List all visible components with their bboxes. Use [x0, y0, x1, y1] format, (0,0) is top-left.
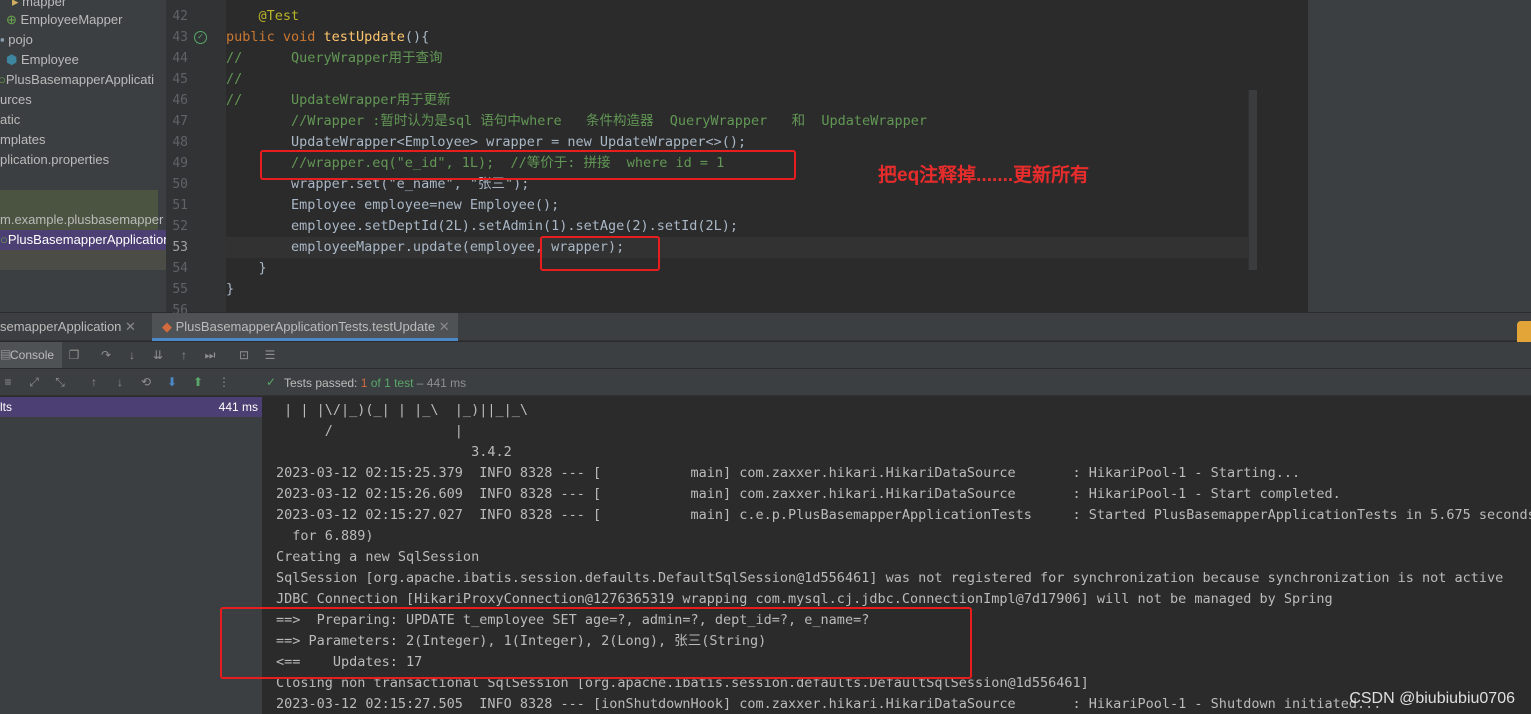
test-toolbar: ≡ ⤢ ⤡ ↑ ↓ ⟲ ⬇ ⬆ ⋮ ✓ Tests passed: 1 of 1… — [0, 369, 1531, 396]
up-icon[interactable]: ↑ — [176, 347, 192, 363]
code-line-55: } — [226, 281, 235, 297]
test-status: Tests passed: 1 of 1 test – 441 ms — [284, 376, 467, 390]
console-line: / | — [276, 423, 463, 439]
tree-item-pojo[interactable]: ▪ pojo — [0, 30, 33, 50]
run-tab-bar: semapperApplication ✕ ◆ PlusBasemapperAp… — [0, 313, 1531, 357]
tree-item-test-class[interactable]: ○PlusBasemapperApplication — [0, 230, 166, 250]
console-line: for 6.889) — [276, 528, 374, 544]
tab-app-run[interactable]: semapperApplication ✕ — [0, 313, 146, 341]
import-icon[interactable]: ⬇ — [164, 374, 180, 390]
code-line-43: public void testUpdate(){ — [226, 29, 430, 45]
folder-icon: ▪ — [0, 32, 5, 47]
console-line: 3.4.2 — [276, 444, 512, 460]
line-number: 42 — [172, 9, 188, 24]
project-tree: ▸ mapper ⊕ EmployeeMapper ▪ pojo ⬢ Emplo… — [0, 0, 166, 312]
up-icon[interactable]: ↑ — [86, 374, 102, 390]
code-line-42: @Test — [226, 8, 300, 24]
code-editor[interactable]: @Test public void testUpdate(){ // Query… — [226, 0, 1308, 312]
console-line: 2023-03-12 02:15:27.505 INFO 8328 --- [i… — [276, 696, 1382, 712]
tree-item-static[interactable]: atic — [0, 110, 20, 130]
line-number: 54 — [172, 261, 188, 276]
line-number: 52 — [172, 219, 188, 234]
code-line-44: // QueryWrapper用于查询 — [226, 50, 443, 66]
more-icon[interactable]: ⋮ — [216, 374, 232, 390]
interface-icon: ⊕ — [6, 12, 17, 27]
line-number: 49 — [172, 156, 188, 171]
tree-scroll-band — [0, 250, 166, 270]
tree-item-resources[interactable]: urces — [0, 90, 32, 110]
sort-icon[interactable]: ≡ — [0, 374, 16, 390]
run-test-passed-icon[interactable]: ✓ — [194, 31, 207, 44]
close-icon[interactable]: ✕ — [125, 319, 136, 334]
code-line-46: // UpdateWrapper用于更新 — [226, 92, 451, 108]
test-result-row[interactable]: lts 441 ms — [0, 397, 262, 417]
code-line-47: //Wrapper :暂时认为是sql 语句中where 条件构造器 Query… — [226, 113, 928, 129]
editor-gutter: 42 43 44 45 46 47 48 49 50 51 52 53 54 5… — [166, 0, 250, 318]
code-line-52: employee.setDeptId(2L).setAdmin(1).setAg… — [226, 218, 739, 234]
tree-item-package[interactable]: m.example.plusbasemapper — [0, 210, 163, 230]
line-number: 51 — [172, 198, 188, 213]
line-number: 46 — [172, 93, 188, 108]
class-icon: ⬢ — [6, 52, 18, 67]
code-line-45: // — [226, 71, 243, 87]
console-toolbar: ▤ Console ❐ ↷ ↓ ⇊ ↑ ⏭ ⊡ ☰ — [0, 342, 1531, 368]
list-icon[interactable]: ☰ — [262, 347, 278, 363]
console-line: Creating a new SqlSession — [276, 549, 480, 565]
down-all-icon[interactable]: ⇊ — [150, 347, 166, 363]
expand-icon[interactable]: ⤢ — [26, 374, 42, 390]
skip-icon[interactable]: ⏭ — [202, 347, 218, 363]
tree-item-application-properties[interactable]: plication.properties — [0, 150, 109, 170]
line-number: 45 — [172, 72, 188, 87]
line-number: 43 — [172, 30, 188, 45]
tree-item-employee-mapper[interactable]: ⊕ EmployeeMapper — [6, 10, 122, 30]
line-number: 53 — [172, 240, 188, 255]
console-line: 2023-03-12 02:15:26.609 INFO 8328 --- [ … — [276, 486, 1341, 502]
highlight-box-commented-eq — [260, 150, 796, 180]
annotation-text: 把eq注释掉.......更新所有 — [878, 165, 1090, 186]
line-number: 50 — [172, 177, 188, 192]
highlight-box-wrapper-arg — [540, 236, 660, 271]
terminal-icon[interactable]: ⊡ — [236, 347, 252, 363]
down-icon[interactable]: ↓ — [124, 347, 140, 363]
console-line: SqlSession [org.apache.ibatis.session.de… — [276, 570, 1504, 586]
tree-item-employee[interactable]: ⬢ Employee — [6, 50, 79, 70]
line-number: 44 — [172, 51, 188, 66]
check-icon: ✓ — [266, 375, 277, 389]
watermark: CSDN @biubiubiu0706 — [1349, 690, 1515, 707]
down-icon[interactable]: ↓ — [112, 374, 128, 390]
restore-icon[interactable]: ❐ — [66, 347, 82, 363]
close-icon[interactable]: ✕ — [439, 319, 450, 334]
class-icon: ○ — [0, 232, 8, 247]
console-line: 2023-03-12 02:15:25.379 INFO 8328 --- [ … — [276, 465, 1301, 481]
history-icon[interactable]: ⟲ — [138, 374, 154, 390]
line-number: 48 — [172, 135, 188, 150]
tree-item-plus-basemapper-app[interactable]: ○PlusBasemapperApplicati — [0, 70, 154, 90]
rerun-icon[interactable]: ↷ — [98, 347, 114, 363]
code-line-51: Employee employee=new Employee(); — [226, 197, 560, 213]
right-panel — [1308, 0, 1531, 312]
line-number: 55 — [172, 282, 188, 297]
tab-test-run[interactable]: ◆ PlusBasemapperApplicationTests.testUpd… — [152, 313, 458, 341]
console-line: | | |\/|_)(_| | |_\ |_)||_|_\ — [276, 402, 528, 418]
console-line: 2023-03-12 02:15:27.027 INFO 8328 --- [ … — [276, 507, 1531, 523]
line-number: 47 — [172, 114, 188, 129]
editor-scrollbar[interactable] — [1248, 90, 1257, 270]
collapse-icon[interactable]: ⤡ — [52, 374, 68, 390]
test-icon: ◆ — [162, 319, 172, 334]
tree-item-templates[interactable]: mplates — [0, 130, 46, 150]
highlight-box-sql-output — [220, 607, 972, 679]
export-icon[interactable]: ⬆ — [190, 374, 206, 390]
code-line-54: } — [226, 260, 267, 276]
console-tab-label[interactable]: Console — [10, 348, 54, 362]
